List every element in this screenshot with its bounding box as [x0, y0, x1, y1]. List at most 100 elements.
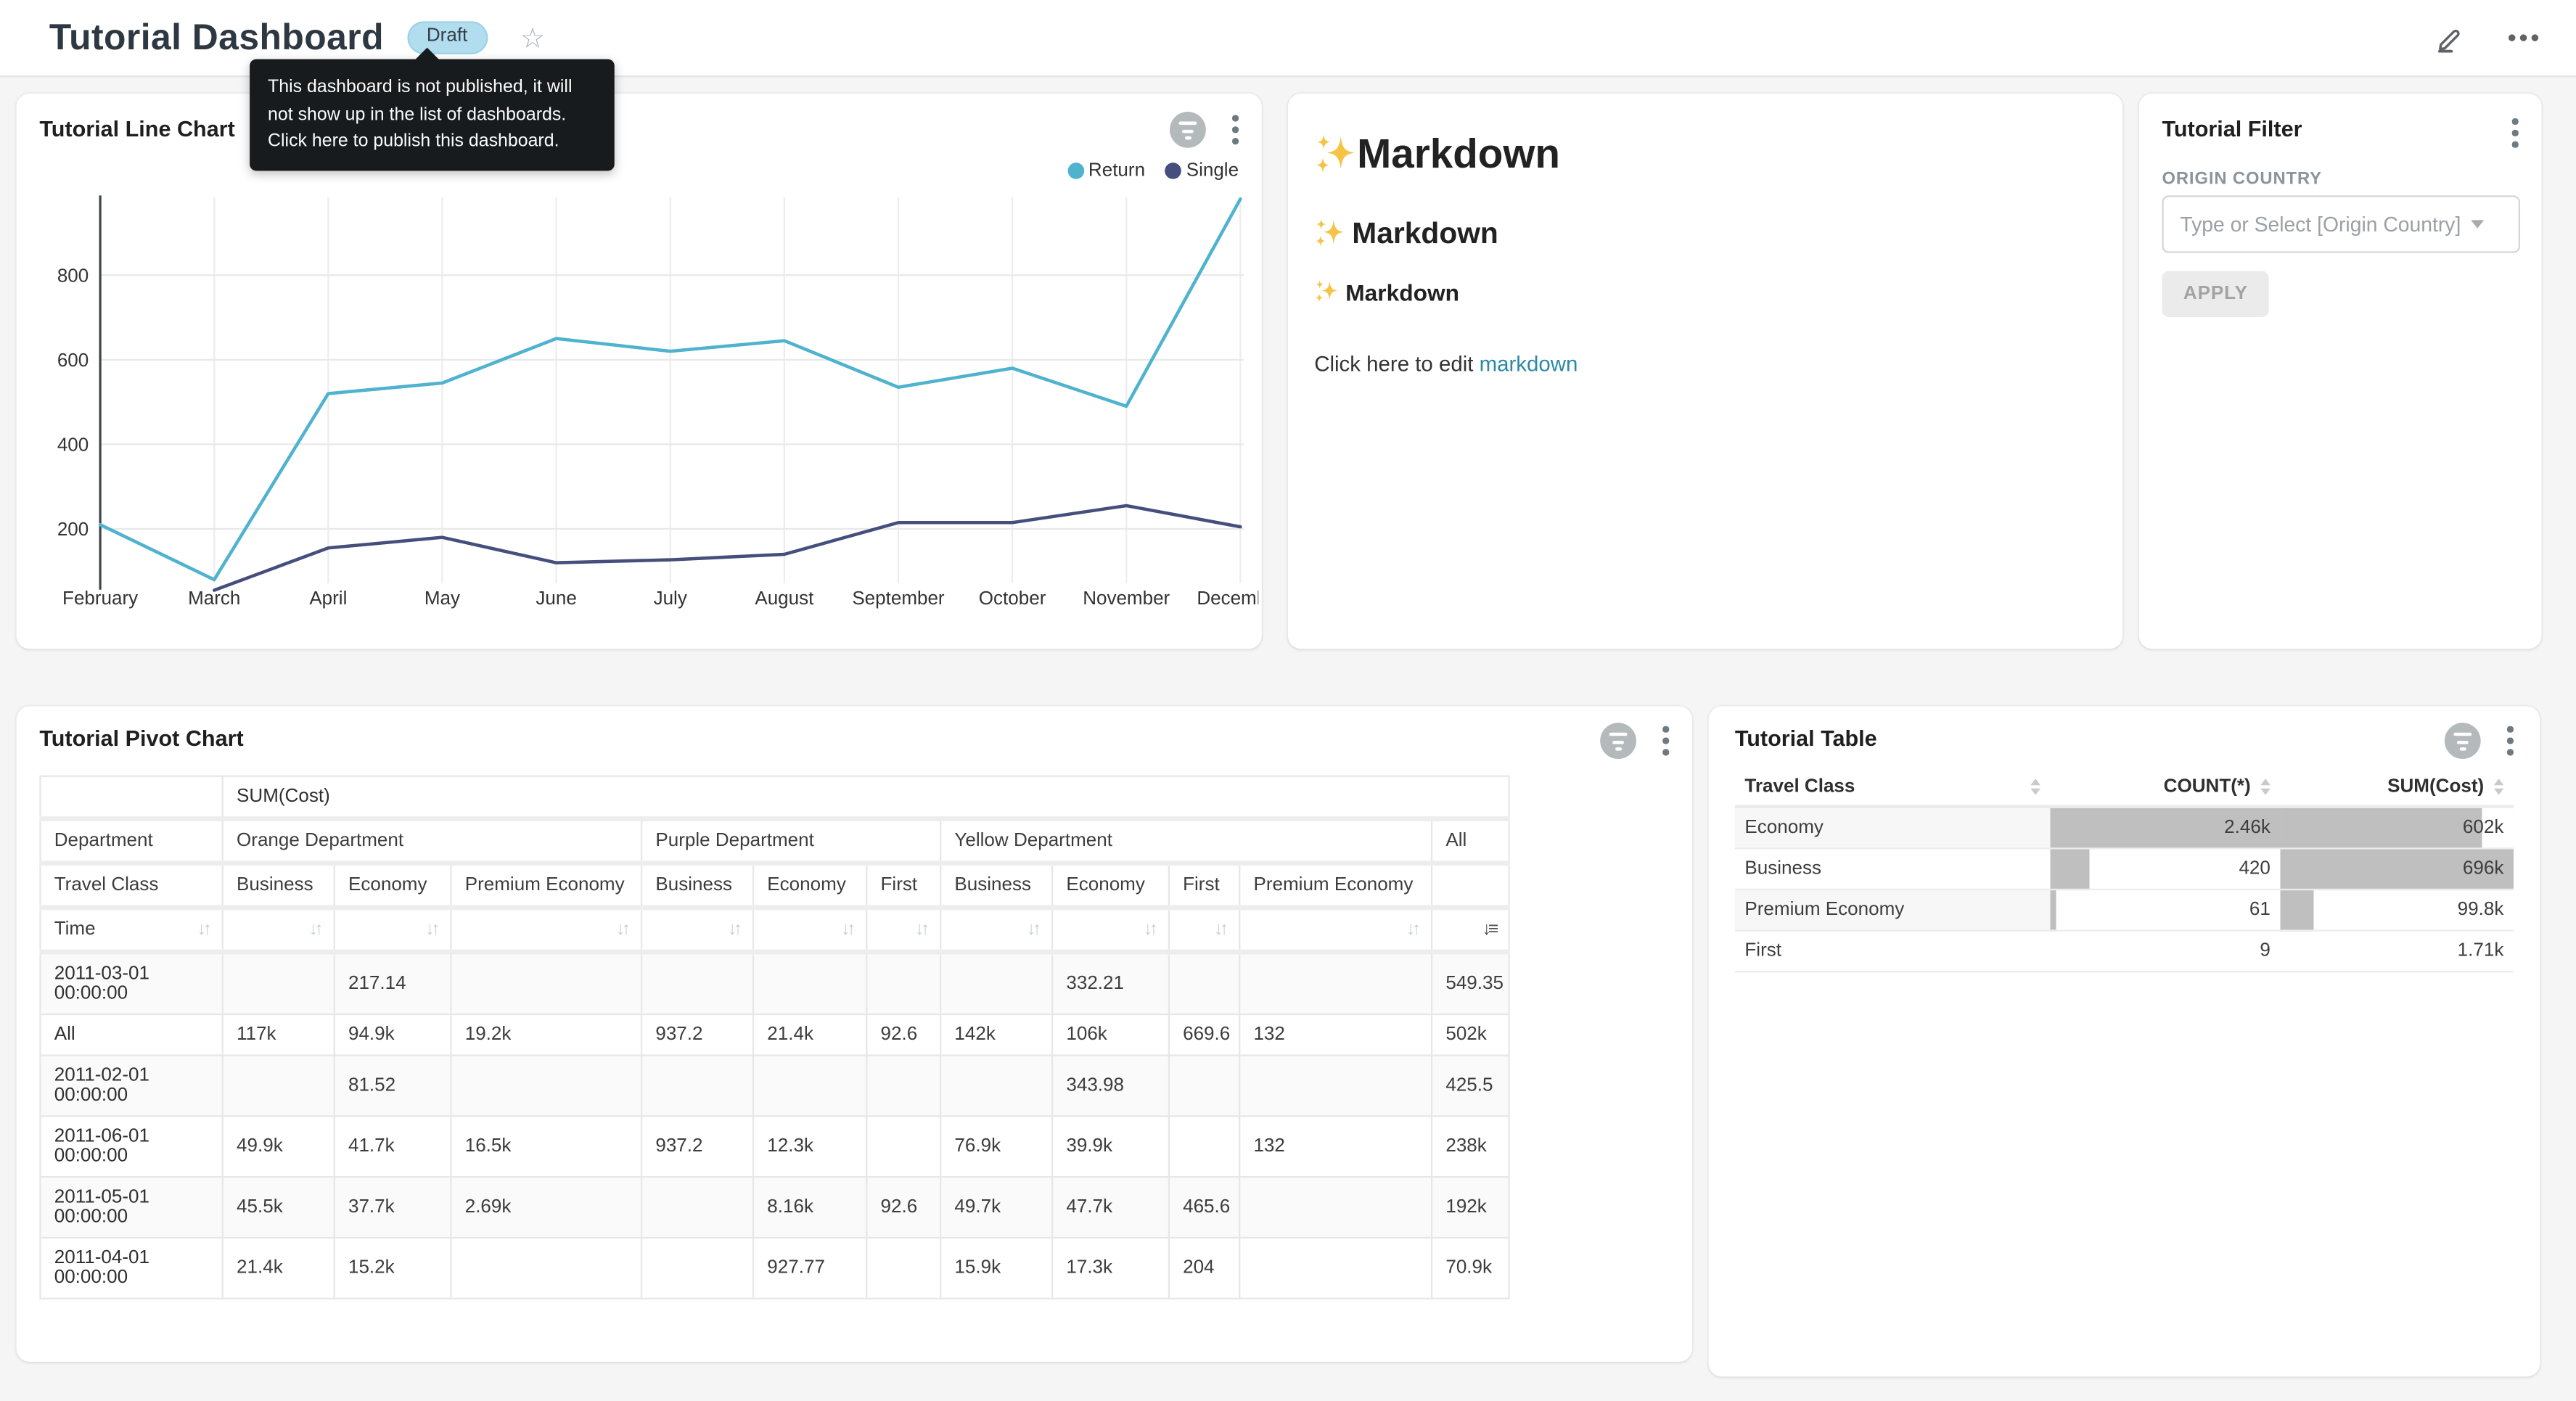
sort-asc-desc-icon[interactable]: ↓↑	[1214, 920, 1226, 940]
pivot-value-cell	[1169, 1056, 1239, 1117]
x-tick-label: August	[755, 587, 814, 609]
pivot-group-header[interactable]: Purple Department	[641, 819, 940, 863]
sort-asc-desc-icon[interactable]: ↓↑	[616, 920, 628, 940]
pivot-value-cell: 425.5	[1432, 1056, 1509, 1117]
pivot-value-cell: 238k	[1432, 1116, 1509, 1177]
x-tick-label: July	[654, 587, 687, 609]
col-header-count[interactable]: COUNT(*)	[2051, 769, 2281, 807]
pivot-value-cell: 117k	[223, 1014, 335, 1056]
pivot-class-header[interactable]: Economy	[753, 863, 866, 908]
pivot-value-cell: 192k	[1432, 1177, 1509, 1238]
markdown-edit-link[interactable]: markdown	[1480, 352, 1578, 377]
pivot-data-row: 2011-06-01 00:00:0049.9k41.7k16.5k937.21…	[40, 1116, 1509, 1177]
pivot-chart-card: Tutorial Pivot Chart SUM(Cost)Department…	[17, 707, 1692, 1362]
pivot-value-cell: 937.2	[641, 1116, 753, 1177]
pivot-class-header[interactable]: First	[1169, 863, 1239, 908]
legend-item-single[interactable]: Single	[1165, 161, 1239, 181]
pivot-sort-cell: ↓↑	[335, 908, 451, 952]
kebab-menu-icon[interactable]	[1229, 112, 1242, 147]
pivot-value-cell: 217.14	[335, 952, 451, 1014]
pivot-class-header[interactable]: Business	[940, 863, 1052, 908]
data-table: Travel Class COUNT(*) SUM(Cost) Economy2…	[1735, 769, 2514, 973]
pivot-value-cell	[451, 952, 641, 1014]
pivot-class-header[interactable]: Business	[223, 863, 335, 908]
sort-asc-desc-icon[interactable]: ↓↑	[197, 920, 209, 940]
pivot-value-cell	[1239, 1056, 1432, 1117]
pivot-value-cell	[940, 1056, 1052, 1117]
sort-asc-desc-icon[interactable]: ↓↑	[425, 920, 437, 940]
col-header-sum-cost[interactable]: SUM(Cost)	[2280, 769, 2513, 807]
markdown-h1-text: Markdown	[1357, 131, 1560, 178]
pivot-class-header[interactable]: Premium Economy	[451, 863, 641, 908]
y-tick-label: 600	[57, 349, 89, 371]
pivot-value-cell: 465.6	[1169, 1177, 1239, 1238]
pivot-value-cell: 142k	[940, 1014, 1052, 1056]
table-card-title: Tutorial Table	[1735, 726, 1877, 751]
pivot-value-cell: 49.9k	[223, 1116, 335, 1177]
origin-country-select[interactable]: Type or Select [Origin Country]	[2162, 195, 2520, 252]
sum-cost-cell: 1.71k	[2280, 931, 2513, 972]
pivot-row-label: 2011-06-01 00:00:00	[40, 1116, 222, 1177]
origin-country-label: ORIGIN COUNTRY	[2162, 169, 2321, 189]
kebab-menu-icon[interactable]	[2509, 115, 2522, 150]
y-tick-label: 200	[57, 518, 89, 540]
pivot-value-cell	[641, 1238, 753, 1299]
pivot-sort-cell: ↓↑	[1169, 908, 1239, 952]
favorite-star-icon[interactable]: ☆	[520, 24, 546, 52]
table-row: Premium Economy6199.8k	[1735, 890, 2514, 931]
x-tick-label: October	[979, 587, 1046, 609]
apply-button[interactable]: APPLY	[2162, 271, 2269, 317]
pivot-data-row: 2011-05-01 00:00:0045.5k37.7k2.69k8.16k9…	[40, 1177, 1509, 1238]
pivot-chart-title: Tutorial Pivot Chart	[39, 726, 243, 751]
x-tick-label: September	[852, 587, 945, 609]
pivot-value-cell	[940, 952, 1052, 1014]
legend-label-single: Single	[1186, 161, 1239, 181]
pivot-value-cell: 502k	[1432, 1014, 1509, 1056]
pivot-value-cell	[641, 1177, 753, 1238]
kebab-menu-icon[interactable]	[2504, 723, 2516, 758]
sort-asc-desc-icon[interactable]: ↓↑	[309, 920, 321, 940]
pivot-value-cell: 106k	[1052, 1014, 1169, 1056]
pivot-value-cell: 204	[1169, 1238, 1239, 1299]
markdown-h2-text: Markdown	[1352, 216, 1498, 251]
sort-asc-desc-icon[interactable]: ↓↑	[1027, 920, 1038, 940]
y-tick-label: 400	[57, 433, 89, 455]
pivot-class-header[interactable]: Economy	[1052, 863, 1169, 908]
pivot-class-header[interactable]: First	[866, 863, 940, 908]
count-cell: 9	[2051, 931, 2281, 972]
pivot-class-header[interactable]: Premium Economy	[1239, 863, 1432, 908]
pivot-sort-cell: ↓↑	[866, 908, 940, 952]
pivot-value-cell: 343.98	[1052, 1056, 1169, 1117]
select-placeholder: Type or Select [Origin Country]	[2180, 213, 2461, 236]
pivot-value-cell	[866, 1116, 940, 1177]
sort-desc-active-icon[interactable]: ↓≡	[1482, 920, 1496, 940]
sort-asc-desc-icon[interactable]: ↓↑	[915, 920, 927, 940]
ellipsis-menu-icon[interactable]	[2507, 33, 2540, 43]
filter-indicator-icon[interactable]	[2445, 723, 2482, 759]
filter-indicator-icon[interactable]	[1601, 723, 1637, 759]
sort-asc-desc-icon[interactable]: ↓↑	[841, 920, 853, 940]
markdown-h3-text: Markdown	[1345, 279, 1459, 305]
pivot-group-header[interactable]: Yellow Department	[940, 819, 1432, 863]
pivot-sort-cell: ↓↑	[753, 908, 866, 952]
sort-asc-desc-icon[interactable]: ↓↑	[1406, 920, 1418, 940]
pivot-value-cell: 17.3k	[1052, 1238, 1169, 1299]
pivot-value-cell: 132	[1239, 1116, 1432, 1177]
chevron-down-icon	[2471, 220, 2484, 228]
kebab-menu-icon[interactable]	[1660, 723, 1673, 758]
pivot-group-header[interactable]: Orange Department	[223, 819, 641, 863]
pivot-value-cell: 37.7k	[335, 1177, 451, 1238]
sort-asc-desc-icon[interactable]: ↓↑	[728, 920, 739, 940]
col-header-travel-class[interactable]: Travel Class	[1735, 769, 2051, 807]
edit-pencil-icon[interactable]	[2435, 23, 2464, 53]
legend-label-return: Return	[1088, 161, 1145, 181]
filter-indicator-icon[interactable]	[1170, 112, 1207, 148]
pivot-row-label: 2011-04-01 00:00:00	[40, 1238, 222, 1299]
sort-asc-desc-icon[interactable]: ↓↑	[1144, 920, 1155, 940]
pivot-class-header[interactable]: Economy	[335, 863, 451, 908]
legend-item-return[interactable]: Return	[1067, 161, 1145, 181]
pivot-data-row: 2011-03-01 00:00:00217.14332.21549.35	[40, 952, 1509, 1014]
x-tick-label: December	[1197, 587, 1258, 609]
travel-class-cell: Premium Economy	[1735, 890, 2051, 931]
pivot-class-header[interactable]: Business	[641, 863, 753, 908]
